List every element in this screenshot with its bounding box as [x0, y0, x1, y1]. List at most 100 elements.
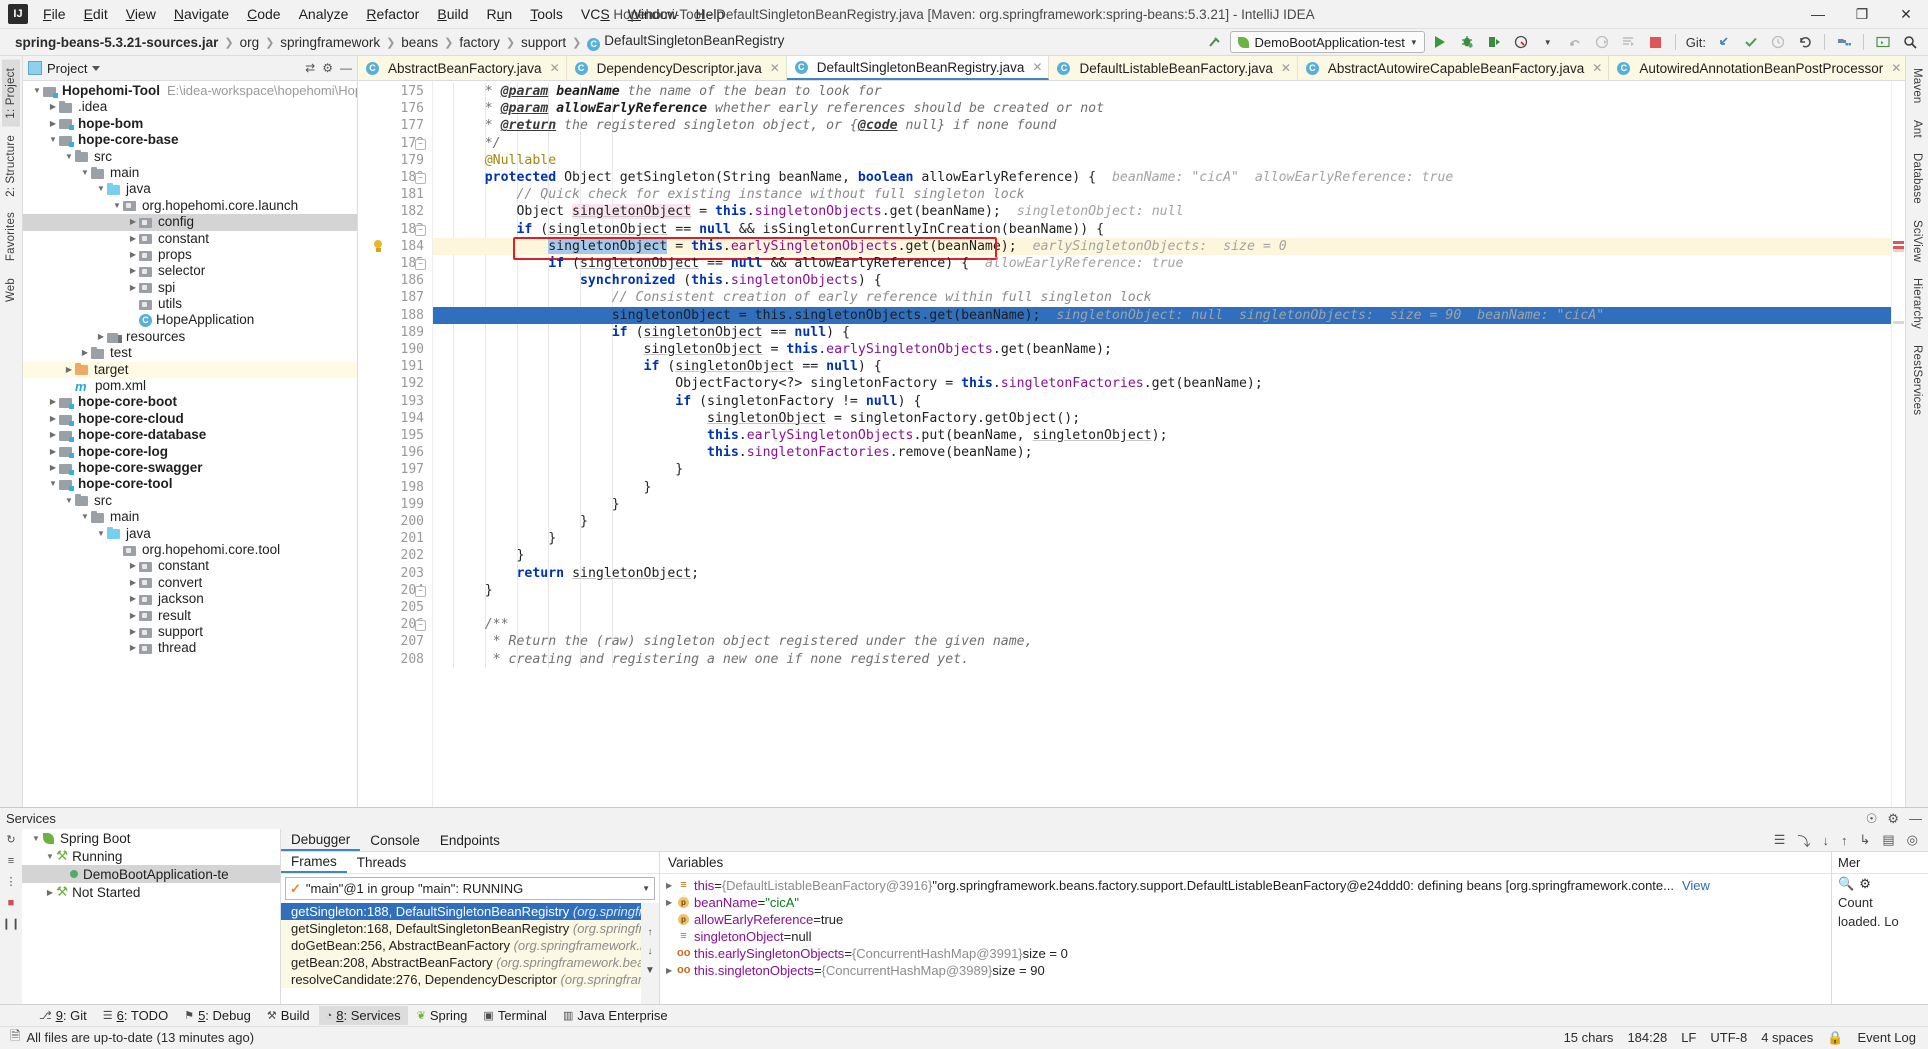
code-line[interactable]: }	[445, 479, 1891, 496]
chevron-right-icon[interactable]: ▶	[127, 640, 139, 656]
variable-row[interactable]: oo this.earlySingletonObjects = {Concurre…	[660, 945, 1831, 962]
stack-frame-row[interactable]: getBean:208, AbstractBeanFactory (org.sp…	[281, 954, 641, 971]
code-line[interactable]: protected Object getSingleton(String bea…	[445, 169, 1891, 186]
tree-node-target[interactable]: ▶ target	[23, 361, 357, 379]
menu-analyze[interactable]: Analyze	[290, 3, 358, 25]
code-line[interactable]: this.earlySingletonObjects.put(beanName,…	[445, 427, 1891, 444]
editor-tab-autowiredannotationbeanpostprocessor[interactable]: C AutowiredAnnotationBeanPostProcessor ✕	[1609, 56, 1905, 80]
breadcrumb-item-3[interactable]: beans	[396, 34, 443, 51]
close-tab-icon[interactable]: ✕	[1281, 61, 1291, 75]
tree-node-main[interactable]: ▼ main	[23, 165, 357, 181]
tree-node-convert[interactable]: ▶ convert	[23, 575, 357, 591]
close-tab-icon[interactable]: ✕	[550, 61, 560, 75]
bottom-tab-git[interactable]: ⎇ 9: Git	[32, 1006, 94, 1025]
menu-edit[interactable]: Edit	[75, 3, 117, 25]
git-rollback-icon[interactable]	[1793, 31, 1817, 53]
tool-window-tab-hierarchy[interactable]: Hierarchy	[1908, 270, 1926, 337]
bottom-tab-terminal[interactable]: ▣ Terminal	[476, 1006, 554, 1025]
tree-node-hope-core-cloud[interactable]: ▶ hope-core-cloud	[23, 411, 357, 427]
menu-window[interactable]: Window	[619, 3, 687, 25]
status-line-separator[interactable]: LF	[1681, 1030, 1696, 1045]
error-stripe-marker[interactable]	[1893, 241, 1904, 244]
chevron-right-icon[interactable]: ▶	[127, 591, 139, 607]
editor-tab-abstractautowirecapablebeanfactory[interactable]: C AbstractAutowireCapableBeanFactory.java…	[1297, 56, 1610, 80]
code-fold-icon[interactable]: −	[415, 620, 426, 632]
help-icon[interactable]: ☉	[1866, 811, 1878, 827]
status-caret-position[interactable]: 184:28	[1627, 1030, 1667, 1045]
code-line[interactable]: }	[445, 461, 1891, 478]
tree-node-support[interactable]: ▶ support	[23, 624, 357, 640]
git-history-icon[interactable]	[1766, 31, 1790, 53]
code-line[interactable]: * creating and registering a new one if …	[445, 651, 1891, 668]
stack-frame-row[interactable]: getSingleton:188, DefaultSingletonBeanRe…	[281, 903, 641, 920]
chevron-right-icon[interactable]: ▶	[127, 214, 139, 230]
breadcrumb-item-2[interactable]: springframework	[275, 34, 385, 51]
tree-node-org.hopehomi.core.tool[interactable]: org.hopehomi.core.tool	[23, 542, 357, 558]
show-running-list-icon[interactable]	[1617, 31, 1641, 53]
profile-dropdown-icon[interactable]: ▼	[1536, 31, 1560, 53]
run-configuration-selector[interactable]: DemoBootApplication-test ▼	[1229, 31, 1425, 53]
editor-tab-dependencydescriptor[interactable]: C DependencyDescriptor.java ✕	[566, 56, 787, 80]
code-line[interactable]: synchronized (this.singletonObjects) {	[445, 272, 1891, 289]
collapse-all-icon[interactable]: ⇄	[305, 61, 315, 75]
services-node-running[interactable]: ▼ ⚒ Running	[22, 847, 280, 865]
code-editor[interactable]: * @param beanName the name of the bean t…	[433, 81, 1891, 807]
code-line[interactable]: /**	[445, 616, 1891, 633]
chevron-right-icon[interactable]: ▶	[127, 247, 139, 263]
tree-node-resources[interactable]: ▶ resources	[23, 329, 357, 345]
status-indent[interactable]: 4 spaces	[1761, 1030, 1813, 1045]
code-fold-icon[interactable]: −	[415, 224, 426, 236]
chevron-right-icon[interactable]: ▶	[63, 362, 75, 378]
tree-node-config[interactable]: ▶ config	[23, 214, 357, 231]
debugger-tab-endpoints[interactable]: Endpoints	[430, 831, 510, 850]
chevron-right-icon[interactable]: ▶	[47, 116, 59, 132]
tree-node-constant[interactable]: ▶ constant	[23, 558, 357, 574]
breadcrumb-item-0[interactable]: spring-beans-5.3.21-sources.jar	[10, 34, 223, 51]
code-fold-icon[interactable]: −	[415, 585, 426, 597]
code-fold-icon[interactable]: −	[415, 259, 426, 270]
tree-node-result[interactable]: ▶ result	[23, 608, 357, 624]
frame-up-icon[interactable]: ↑	[648, 927, 653, 938]
tree-node-test[interactable]: ▶ test	[23, 345, 357, 361]
project-tree[interactable]: ▼ Hopehomi-Tool E:\idea-workspace\hopehomi…	[23, 81, 357, 807]
menu-tools[interactable]: Tools	[521, 3, 572, 25]
breadcrumb-item-1[interactable]: org	[235, 34, 265, 51]
bottom-tab-spring[interactable]: ❦ Spring	[410, 1006, 475, 1025]
chevron-right-icon[interactable]: ▶	[47, 99, 59, 115]
debugger-tab-console[interactable]: Console	[360, 831, 430, 850]
view-value-link[interactable]: View	[1682, 877, 1710, 894]
error-stripe-marker[interactable]	[1893, 249, 1904, 252]
variable-row[interactable]: ▶ oo this.singletonObjects = {ConcurrentHa…	[660, 962, 1831, 979]
menu-build[interactable]: Build	[428, 3, 477, 25]
debugger-tab-debugger[interactable]: Debugger	[281, 830, 361, 851]
tool-window-tab-project[interactable]: 1: Project	[2, 60, 20, 127]
mute-breakpoints-icon[interactable]: ◎	[1907, 832, 1918, 848]
code-line[interactable]: if (singletonObject == null) {	[445, 324, 1891, 341]
close-tab-icon[interactable]: ✕	[1032, 60, 1042, 74]
memory-search-icon[interactable]: 🔍	[1838, 876, 1854, 892]
chevron-right-icon[interactable]: ▶	[79, 345, 91, 361]
chevron-right-icon[interactable]: ▶	[127, 608, 139, 624]
tree-node-constant[interactable]: ▶ constant	[23, 231, 357, 247]
code-line[interactable]: singletonObject = this.earlySingletonObj…	[445, 238, 1891, 255]
menu-view[interactable]: View	[117, 3, 165, 25]
services-hide-icon[interactable]: —	[1909, 811, 1922, 826]
services-node-notstarted[interactable]: ▶ ⚒ Not Started	[22, 883, 280, 901]
code-line[interactable]: singletonObject = this.earlySingletonObj…	[445, 341, 1891, 358]
error-stripe-marker[interactable]	[1893, 321, 1904, 324]
editor-tab-abstractbeanfactory[interactable]: C AbstractBeanFactory.java ✕	[358, 56, 567, 80]
tree-node-java[interactable]: ▼ java	[23, 526, 357, 542]
menu-vcs[interactable]: VCS	[572, 3, 619, 25]
tree-node-hope-core-database[interactable]: ▶ hope-core-database	[23, 427, 357, 443]
status-lock-icon[interactable]: 🔒	[1827, 1030, 1843, 1046]
tree-node-hope-core-swagger[interactable]: ▶ hope-core-swagger	[23, 460, 357, 476]
code-line[interactable]: if (singletonObject == null) {	[445, 358, 1891, 375]
tree-node-selector[interactable]: ▶ selector	[23, 263, 357, 279]
menu-code[interactable]: Code	[238, 3, 289, 25]
tool-window-tab-web[interactable]: Web	[2, 270, 20, 310]
stop-button[interactable]	[1644, 31, 1668, 53]
code-line[interactable]: Object singletonObject = this.singletonO…	[445, 203, 1891, 220]
stop-icon[interactable]: ■	[4, 895, 19, 910]
project-view-dropdown-icon[interactable]	[92, 65, 101, 71]
chevron-right-icon[interactable]: ▶	[127, 263, 139, 279]
